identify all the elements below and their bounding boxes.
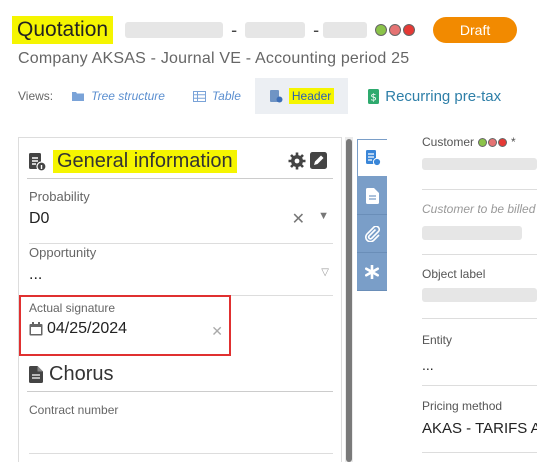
redacted-reference bbox=[245, 22, 306, 38]
clear-icon[interactable]: ✕ bbox=[292, 209, 305, 229]
customer-to-be-billed-label: Customer to be billed bbox=[422, 202, 536, 216]
field-underline bbox=[422, 452, 537, 453]
side-tabs bbox=[357, 139, 387, 291]
probability-value: D0 bbox=[29, 210, 50, 227]
paperclip-icon bbox=[364, 225, 380, 242]
object-label-label: Object label bbox=[422, 267, 486, 281]
pricing-method-label: Pricing method bbox=[422, 399, 503, 413]
customer-value[interactable] bbox=[422, 158, 537, 170]
document-info-icon bbox=[29, 152, 47, 172]
chorus-section-title: Chorus bbox=[49, 363, 114, 385]
opportunity-field[interactable]: Opportunity ... ▽ bbox=[29, 245, 333, 296]
document-icon bbox=[365, 187, 379, 204]
title-separator: - bbox=[231, 19, 238, 40]
section-divider bbox=[27, 391, 333, 392]
customer-label-row: Customer * bbox=[422, 135, 516, 149]
status-dot-red bbox=[488, 137, 498, 147]
redacted-reference bbox=[125, 22, 224, 38]
status-dot-red bbox=[403, 24, 416, 36]
chevron-down-icon[interactable]: ▼ bbox=[318, 210, 329, 222]
general-section-header: General information bbox=[27, 150, 237, 173]
customer-label: Customer bbox=[422, 135, 475, 149]
view-table-label: Table bbox=[211, 89, 241, 103]
entity-label: Entity bbox=[422, 333, 453, 347]
contract-number-field[interactable]: Contract number bbox=[29, 403, 333, 454]
pricing-method-value[interactable]: AKAS - TARIFS A bbox=[422, 420, 537, 437]
status-indicator bbox=[375, 24, 416, 36]
edit-icon[interactable] bbox=[310, 152, 327, 169]
entity-value[interactable]: ... bbox=[422, 357, 434, 373]
section-divider bbox=[27, 178, 333, 179]
object-label-value[interactable] bbox=[422, 288, 537, 302]
field-underline bbox=[29, 243, 333, 244]
page-title: Quotation bbox=[12, 16, 114, 44]
contract-number-label: Contract number bbox=[29, 403, 119, 417]
opportunity-value: ... bbox=[29, 266, 43, 283]
gear-icon[interactable] bbox=[288, 152, 306, 170]
tab-document[interactable] bbox=[357, 177, 387, 215]
probability-label: Probability bbox=[29, 189, 90, 204]
view-table[interactable]: Table bbox=[179, 78, 255, 114]
view-tree-structure[interactable]: Tree structure bbox=[71, 78, 179, 114]
tab-required-fields[interactable] bbox=[357, 253, 387, 291]
field-underline bbox=[29, 453, 333, 454]
probability-field[interactable]: Probability D0 ✕ ▼ bbox=[29, 189, 333, 244]
field-underline bbox=[422, 254, 537, 255]
view-header[interactable]: Header bbox=[254, 78, 349, 114]
view-tree-structure-label: Tree structure bbox=[91, 89, 165, 103]
status-dot-red bbox=[498, 137, 508, 147]
status-dot-green bbox=[478, 137, 488, 147]
redacted-reference bbox=[323, 22, 368, 38]
tab-attachments[interactable] bbox=[357, 215, 387, 253]
field-underline bbox=[422, 385, 537, 386]
asterisk-icon bbox=[365, 264, 379, 279]
status-dot-red bbox=[389, 24, 402, 36]
title-separator: - bbox=[313, 19, 320, 40]
document-info-icon bbox=[365, 150, 381, 166]
views-label: Views: bbox=[18, 89, 54, 103]
tab-general-information[interactable] bbox=[357, 139, 387, 177]
status-dot-green bbox=[375, 24, 388, 36]
view-header-label: Header bbox=[288, 88, 335, 104]
section-title: General information bbox=[53, 150, 237, 173]
header-icon bbox=[269, 90, 283, 103]
chorus-section-header: Chorus bbox=[29, 363, 333, 386]
opportunity-label: Opportunity bbox=[29, 245, 97, 260]
dollar-document-icon: $ bbox=[368, 88, 380, 104]
document-icon bbox=[29, 366, 43, 383]
field-underline bbox=[422, 189, 537, 190]
required-marker: * bbox=[511, 135, 516, 149]
dropdown-triangle-icon[interactable]: ▽ bbox=[321, 267, 329, 278]
right-column: Customer * Customer to be billed Object … bbox=[422, 0, 537, 462]
status-indicator bbox=[478, 137, 508, 147]
folder-icon bbox=[72, 92, 85, 101]
svg-text:$: $ bbox=[371, 92, 377, 103]
table-icon bbox=[192, 90, 206, 102]
panel-scrollbar[interactable] bbox=[345, 137, 353, 462]
field-underline bbox=[422, 318, 537, 319]
scrollbar-thumb[interactable] bbox=[346, 139, 352, 462]
record-context: Company AKSAS - Journal VE - Accounting … bbox=[18, 50, 410, 67]
signature-highlight-box bbox=[19, 295, 231, 356]
customer-to-be-billed-value[interactable] bbox=[422, 226, 522, 240]
section-actions bbox=[288, 152, 327, 170]
